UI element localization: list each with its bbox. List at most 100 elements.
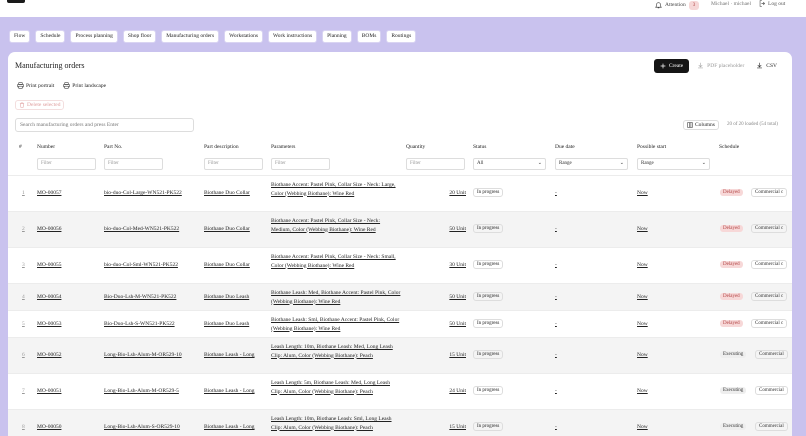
quantity-value: 50 Unit bbox=[449, 294, 466, 300]
part-no-link[interactable]: Bio-Duo-Lsh-M-WN521-PK522 bbox=[104, 294, 176, 300]
pdf-label: PDF placeholder bbox=[707, 63, 745, 69]
part-description-link[interactable]: Biothane Duo Leash bbox=[204, 294, 249, 300]
header-part-no[interactable]: Part No. bbox=[104, 144, 122, 150]
table-row[interactable]: 8 MO-00050 Long-Bio-Lsh-Alum-S-OR529-10 … bbox=[8, 409, 792, 436]
order-number-link[interactable]: MO-00052 bbox=[37, 352, 61, 358]
print-portrait-button[interactable]: Print portrait bbox=[17, 82, 54, 89]
delete-selected-button[interactable]: Delete selected bbox=[15, 100, 65, 111]
part-description-link[interactable]: Biothane Leash - Long bbox=[204, 388, 255, 394]
print-portrait-label: Print portrait bbox=[26, 82, 55, 89]
table-row[interactable]: 1 MO-00057 bio-duo-Col-Large-WN521-PK522… bbox=[8, 175, 792, 211]
printer-icon bbox=[17, 82, 24, 89]
part-no-filter-input[interactable]: Filter bbox=[104, 158, 163, 170]
table-header: # Number Part No. Part description Param… bbox=[8, 144, 792, 174]
parameters-text: Biothane Accent: Pastel Pink, Collar Siz… bbox=[271, 182, 396, 197]
header-parameters[interactable]: Parameters bbox=[271, 144, 295, 150]
part-no-link[interactable]: Long-Bio-Lsh-Alum-S-OR529-10 bbox=[104, 424, 180, 430]
row-index: 3 bbox=[22, 262, 25, 268]
part-description-link[interactable]: Biothane Duo Collar bbox=[204, 262, 250, 268]
nav-manufacturing-orders[interactable]: Manufacturing orders bbox=[161, 30, 220, 43]
header-number[interactable]: Number bbox=[37, 144, 55, 150]
delete-selected-label: Delete selected bbox=[27, 102, 61, 109]
nav-flow[interactable]: Flow bbox=[9, 30, 31, 43]
part-description-link[interactable]: Biothane Duo Leash bbox=[204, 321, 249, 327]
table-row[interactable]: 6 MO-00052 Long-Bio-Lsh-Alum-M-OR529-10 … bbox=[8, 337, 792, 373]
status-filter-select[interactable]: All ⌄ bbox=[473, 158, 546, 170]
row-index: 5 bbox=[22, 321, 25, 327]
parameters-text: Biothane Leash: Med, Biothane Accent: Pa… bbox=[271, 290, 401, 305]
table-row[interactable]: 5 MO-00053 Bio-Duo-Lsh-S-WN521-PK522 Bio… bbox=[8, 310, 792, 337]
order-number-link[interactable]: MO-00056 bbox=[37, 226, 61, 232]
search-input[interactable]: Search manufacturing orders and press En… bbox=[15, 118, 194, 132]
toolbar-actions: Create PDF placeholder CSV bbox=[653, 59, 781, 73]
nav-boms[interactable]: BOMs bbox=[356, 30, 382, 43]
part-no-link[interactable]: bio-duo-Col-Sml-WN521-PK522 bbox=[104, 262, 178, 268]
nav-workstations[interactable]: Workstations bbox=[224, 30, 263, 43]
schedule-badge: Commercial c bbox=[751, 224, 788, 233]
number-filter-input[interactable]: Filter bbox=[37, 158, 96, 170]
table-row[interactable]: 4 MO-00054 Bio-Duo-Lsh-M-WN521-PK522 Bio… bbox=[8, 283, 792, 310]
columns-button[interactable]: Columns bbox=[683, 120, 719, 131]
columns-label: Columns bbox=[695, 122, 715, 129]
bell-icon bbox=[655, 1, 662, 9]
header-part-description[interactable]: Part description bbox=[204, 144, 239, 150]
possible-start-value: Now bbox=[637, 352, 648, 358]
header-possible-start[interactable]: Possible start bbox=[637, 144, 666, 150]
order-number-link[interactable]: MO-00057 bbox=[37, 190, 61, 196]
schedule-badge: Commercial bbox=[755, 422, 788, 431]
part-description-link[interactable]: Biothane Duo Collar bbox=[204, 226, 250, 232]
nav-planning[interactable]: Planning bbox=[322, 30, 352, 43]
part-no-link[interactable]: bio-duo-Col-Med-WN521-PK522 bbox=[104, 226, 179, 232]
order-number-link[interactable]: MO-00055 bbox=[37, 262, 61, 268]
order-number-link[interactable]: MO-00053 bbox=[37, 321, 61, 327]
logout-button[interactable]: Log out bbox=[759, 0, 785, 7]
attention-button[interactable]: Attention 3 bbox=[655, 0, 700, 10]
executing-badge: Executing bbox=[720, 351, 747, 358]
table-row[interactable]: 3 MO-00055 bio-duo-Col-Sml-WN521-PK522 B… bbox=[8, 247, 792, 283]
part-no-link[interactable]: Bio-Duo-Lsh-S-WN521-PK522 bbox=[104, 321, 175, 327]
possible-start-filter-select[interactable]: Range ⌄ bbox=[637, 158, 710, 170]
nav-work-instructions[interactable]: Work instructions bbox=[268, 30, 318, 43]
schedule-badge: Commercial c bbox=[751, 260, 788, 269]
quantity-value: 50 Unit bbox=[449, 226, 466, 232]
status-badge: In progress bbox=[473, 350, 504, 359]
create-button[interactable]: Create bbox=[653, 59, 690, 73]
pdf-button[interactable]: PDF placeholder bbox=[693, 59, 748, 73]
nav-routings[interactable]: Routings bbox=[386, 30, 417, 43]
order-number-link[interactable]: MO-00051 bbox=[37, 388, 61, 394]
status-badge: In progress bbox=[473, 188, 504, 197]
print-landscape-button[interactable]: Print landscape bbox=[63, 82, 106, 89]
part-description-link[interactable]: Biothane Duo Collar bbox=[204, 190, 250, 196]
schedule-badge: Commercial c bbox=[751, 319, 788, 328]
parameters-filter-input[interactable]: Filter bbox=[271, 158, 330, 170]
part-no-link[interactable]: Long-Bio-Lsh-Alum-M-OR529-5 bbox=[104, 388, 179, 394]
possible-start-value: Now bbox=[637, 321, 648, 327]
table-row[interactable]: 2 MO-00056 bio-duo-Col-Med-WN521-PK522 B… bbox=[8, 211, 792, 247]
part-no-link[interactable]: bio-duo-Col-Large-WN521-PK522 bbox=[104, 190, 182, 196]
nav-shop-floor[interactable]: Shop floor bbox=[122, 30, 157, 43]
part-description-link[interactable]: Biothane Leash - Long bbox=[204, 424, 255, 430]
header-status[interactable]: Status bbox=[473, 144, 486, 150]
header-quantity[interactable]: Quantity bbox=[406, 144, 425, 150]
parameters-text: Biothane Leash: Sml, Biothane Accent: Pa… bbox=[271, 317, 400, 332]
quantity-filter-input[interactable]: Filter bbox=[406, 158, 465, 170]
due-date-filter-select[interactable]: Range ⌄ bbox=[555, 158, 628, 170]
part-description-filter-input[interactable]: Filter bbox=[204, 158, 263, 170]
part-no-link[interactable]: Long-Bio-Lsh-Alum-M-OR529-10 bbox=[104, 352, 182, 358]
order-number-link[interactable]: MO-00054 bbox=[37, 294, 61, 300]
csv-button[interactable]: CSV bbox=[752, 59, 781, 73]
nav-process-planning[interactable]: Process planning bbox=[70, 30, 118, 43]
trash-icon bbox=[19, 102, 25, 108]
table-row[interactable]: 7 MO-00051 Long-Bio-Lsh-Alum-M-OR529-5 B… bbox=[8, 373, 792, 409]
status-badge: In progress bbox=[473, 292, 504, 301]
header-schedule[interactable]: Schedule bbox=[719, 144, 739, 150]
order-number-link[interactable]: MO-00050 bbox=[37, 424, 61, 430]
quantity-value: 30 Unit bbox=[449, 262, 466, 268]
nav-schedule[interactable]: Schedule bbox=[35, 30, 66, 43]
possible-start-value: Now bbox=[637, 190, 648, 196]
logo[interactable] bbox=[7, 0, 25, 3]
due-date-value: - bbox=[555, 424, 557, 430]
part-description-link[interactable]: Biothane Leash - Long bbox=[204, 352, 255, 358]
loaded-count: 20 of 20 loaded (54 total) bbox=[727, 122, 778, 127]
header-due-date[interactable]: Due date bbox=[555, 144, 575, 150]
